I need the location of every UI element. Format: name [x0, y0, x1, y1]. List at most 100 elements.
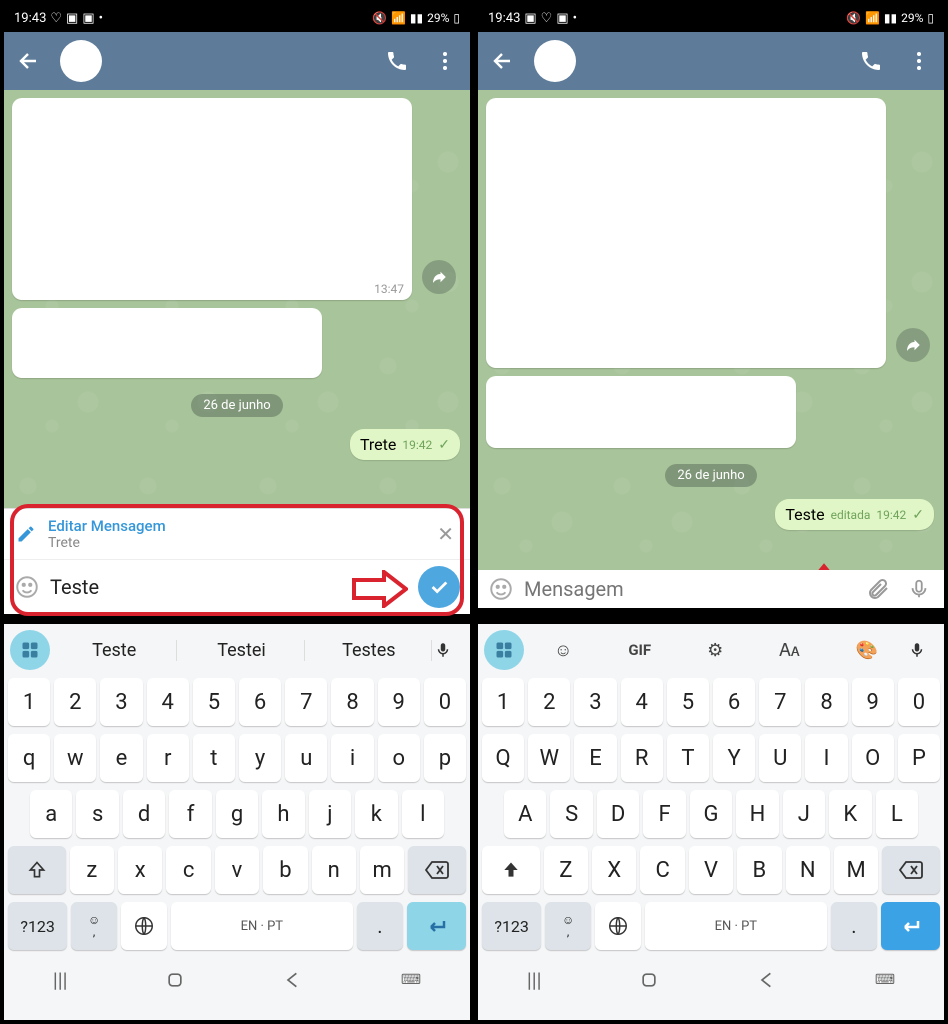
key[interactable]: o: [378, 734, 420, 782]
keyboard-menu-button[interactable]: [484, 630, 524, 670]
key[interactable]: K: [829, 790, 871, 838]
key[interactable]: P: [898, 734, 940, 782]
period-key[interactable]: .: [831, 902, 877, 950]
key[interactable]: p: [424, 734, 466, 782]
key[interactable]: J: [783, 790, 825, 838]
key[interactable]: 5: [667, 678, 709, 726]
close-edit-button[interactable]: ✕: [433, 518, 458, 550]
home-button[interactable]: [165, 970, 185, 990]
gif-icon[interactable]: GIF: [628, 641, 651, 659]
key[interactable]: x: [118, 846, 162, 894]
key[interactable]: I: [805, 734, 847, 782]
language-key[interactable]: [595, 902, 641, 950]
key[interactable]: 1: [8, 678, 50, 726]
incoming-message[interactable]: 13:47: [12, 98, 412, 300]
key[interactable]: h: [262, 790, 304, 838]
send-button[interactable]: [418, 566, 460, 608]
key[interactable]: 7: [759, 678, 801, 726]
menu-button[interactable]: [428, 44, 462, 78]
key[interactable]: z: [70, 846, 114, 894]
back-nav-button[interactable]: [757, 970, 777, 990]
key[interactable]: Q: [482, 734, 524, 782]
key[interactable]: 2: [528, 678, 570, 726]
key[interactable]: 6: [239, 678, 281, 726]
key[interactable]: X: [592, 846, 636, 894]
space-key[interactable]: EN · PT: [645, 902, 828, 950]
key[interactable]: E: [574, 734, 616, 782]
key[interactable]: D: [597, 790, 639, 838]
key[interactable]: Z: [544, 846, 588, 894]
key[interactable]: 3: [100, 678, 142, 726]
key[interactable]: 4: [147, 678, 189, 726]
key[interactable]: f: [169, 790, 211, 838]
outgoing-message[interactable]: Trete 19:42 ✓: [350, 429, 460, 460]
voice-input-button[interactable]: [908, 639, 938, 661]
attach-button[interactable]: [862, 577, 894, 601]
key[interactable]: 8: [331, 678, 373, 726]
key[interactable]: F: [643, 790, 685, 838]
key[interactable]: 0: [424, 678, 466, 726]
key[interactable]: 9: [378, 678, 420, 726]
voice-input-button[interactable]: [434, 639, 464, 661]
key[interactable]: 9: [852, 678, 894, 726]
keyboard-menu-button[interactable]: [10, 630, 50, 670]
chat-area[interactable]: 26 de junho Teste editada 19:42 ✓: [478, 90, 944, 570]
key[interactable]: M: [834, 846, 878, 894]
message-input[interactable]: [524, 577, 852, 601]
chat-area[interactable]: 13:47 26 de junho Trete 19:42 ✓: [4, 90, 470, 508]
recents-button[interactable]: |||: [53, 968, 68, 992]
key[interactable]: e: [100, 734, 142, 782]
key[interactable]: T: [667, 734, 709, 782]
symbols-key[interactable]: ?123: [482, 902, 541, 950]
key[interactable]: s: [76, 790, 118, 838]
emoji-button[interactable]: [488, 576, 514, 602]
emoji-key[interactable]: ☺,: [71, 902, 117, 950]
outgoing-message[interactable]: Teste editada 19:42 ✓: [775, 499, 934, 530]
avatar[interactable]: [60, 40, 102, 82]
incoming-message-2[interactable]: [486, 376, 796, 448]
key[interactable]: a: [30, 790, 72, 838]
period-key[interactable]: .: [357, 902, 403, 950]
sticker-icon[interactable]: ☺: [554, 640, 572, 661]
call-button[interactable]: [854, 44, 888, 78]
enter-key[interactable]: [881, 902, 940, 950]
key[interactable]: 4: [621, 678, 663, 726]
key[interactable]: G: [690, 790, 732, 838]
key[interactable]: S: [550, 790, 592, 838]
key[interactable]: m: [360, 846, 404, 894]
key[interactable]: u: [285, 734, 327, 782]
key[interactable]: k: [355, 790, 397, 838]
key[interactable]: V: [689, 846, 733, 894]
key[interactable]: y: [239, 734, 281, 782]
message-input[interactable]: [50, 575, 408, 599]
key[interactable]: L: [876, 790, 918, 838]
settings-icon[interactable]: ⚙: [707, 640, 723, 661]
shift-key[interactable]: [8, 846, 66, 894]
key[interactable]: 2: [54, 678, 96, 726]
back-nav-button[interactable]: [283, 970, 303, 990]
mic-button[interactable]: [904, 576, 934, 602]
key[interactable]: B: [737, 846, 781, 894]
key[interactable]: n: [312, 846, 356, 894]
key[interactable]: t: [193, 734, 235, 782]
key[interactable]: j: [309, 790, 351, 838]
enter-key[interactable]: [407, 902, 466, 950]
key[interactable]: g: [216, 790, 258, 838]
key[interactable]: i: [331, 734, 373, 782]
key[interactable]: c: [166, 846, 210, 894]
keyboard-toggle[interactable]: ⌨: [875, 972, 895, 988]
key[interactable]: d: [123, 790, 165, 838]
key[interactable]: U: [759, 734, 801, 782]
key[interactable]: O: [852, 734, 894, 782]
key[interactable]: H: [736, 790, 778, 838]
key[interactable]: 0: [898, 678, 940, 726]
key[interactable]: l: [402, 790, 444, 838]
key[interactable]: 5: [193, 678, 235, 726]
back-button[interactable]: [12, 44, 46, 78]
forward-button[interactable]: [896, 328, 930, 362]
key[interactable]: 8: [805, 678, 847, 726]
call-button[interactable]: [380, 44, 414, 78]
suggestion[interactable]: Testes: [307, 640, 432, 661]
backspace-key[interactable]: [882, 846, 940, 894]
suggestion[interactable]: Teste: [52, 640, 177, 661]
